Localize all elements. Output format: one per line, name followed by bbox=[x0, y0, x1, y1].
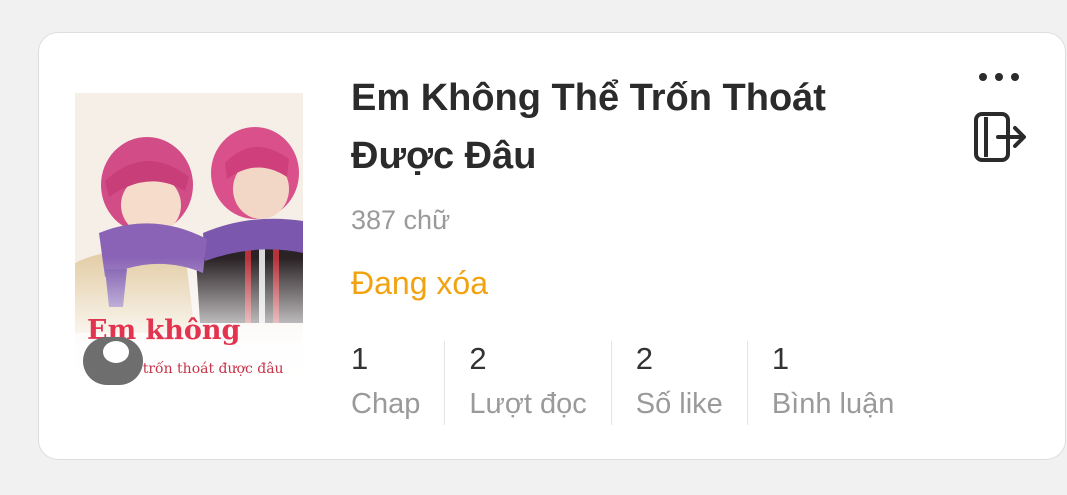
book-card[interactable]: Em không thể trốn thoát được đâu Em Khôn… bbox=[38, 32, 1066, 460]
stat-chap-label: Chap bbox=[351, 388, 421, 420]
stat-comments-label: Bình luận bbox=[771, 388, 895, 420]
stat-reads-value: 2 bbox=[469, 341, 487, 376]
book-cover-image[interactable]: Em không thể trốn thoát được đâu bbox=[75, 93, 303, 393]
stats-row: 1 Chap 2 Lượt đọc 2 Số like 1 Bình luận bbox=[351, 341, 918, 425]
stat-comments-value: 1 bbox=[771, 341, 790, 376]
exit-icon[interactable] bbox=[971, 109, 1029, 167]
stat-reads-label: Lượt đọc bbox=[469, 388, 587, 420]
stat-likes: 2 Số like bbox=[610, 341, 747, 425]
stat-chap-value: 1 bbox=[351, 341, 369, 376]
stat-likes-value: 2 bbox=[635, 341, 654, 376]
stat-reads: 2 Lượt đọc bbox=[444, 341, 610, 425]
stat-likes-label: Số like bbox=[635, 388, 723, 420]
stat-chap: 1 Chap bbox=[351, 341, 444, 425]
book-title[interactable]: Em Không Thể Trốn Thoát Được Đâu bbox=[351, 69, 911, 185]
more-horizontal-icon[interactable] bbox=[977, 63, 1021, 93]
cover-overlay-dot bbox=[103, 341, 129, 363]
status-label: Đang xóa bbox=[351, 265, 488, 301]
stat-comments: 1 Bình luận bbox=[746, 341, 919, 425]
cover-overlay-badge bbox=[83, 337, 143, 385]
word-count: 387 chữ bbox=[351, 205, 451, 235]
